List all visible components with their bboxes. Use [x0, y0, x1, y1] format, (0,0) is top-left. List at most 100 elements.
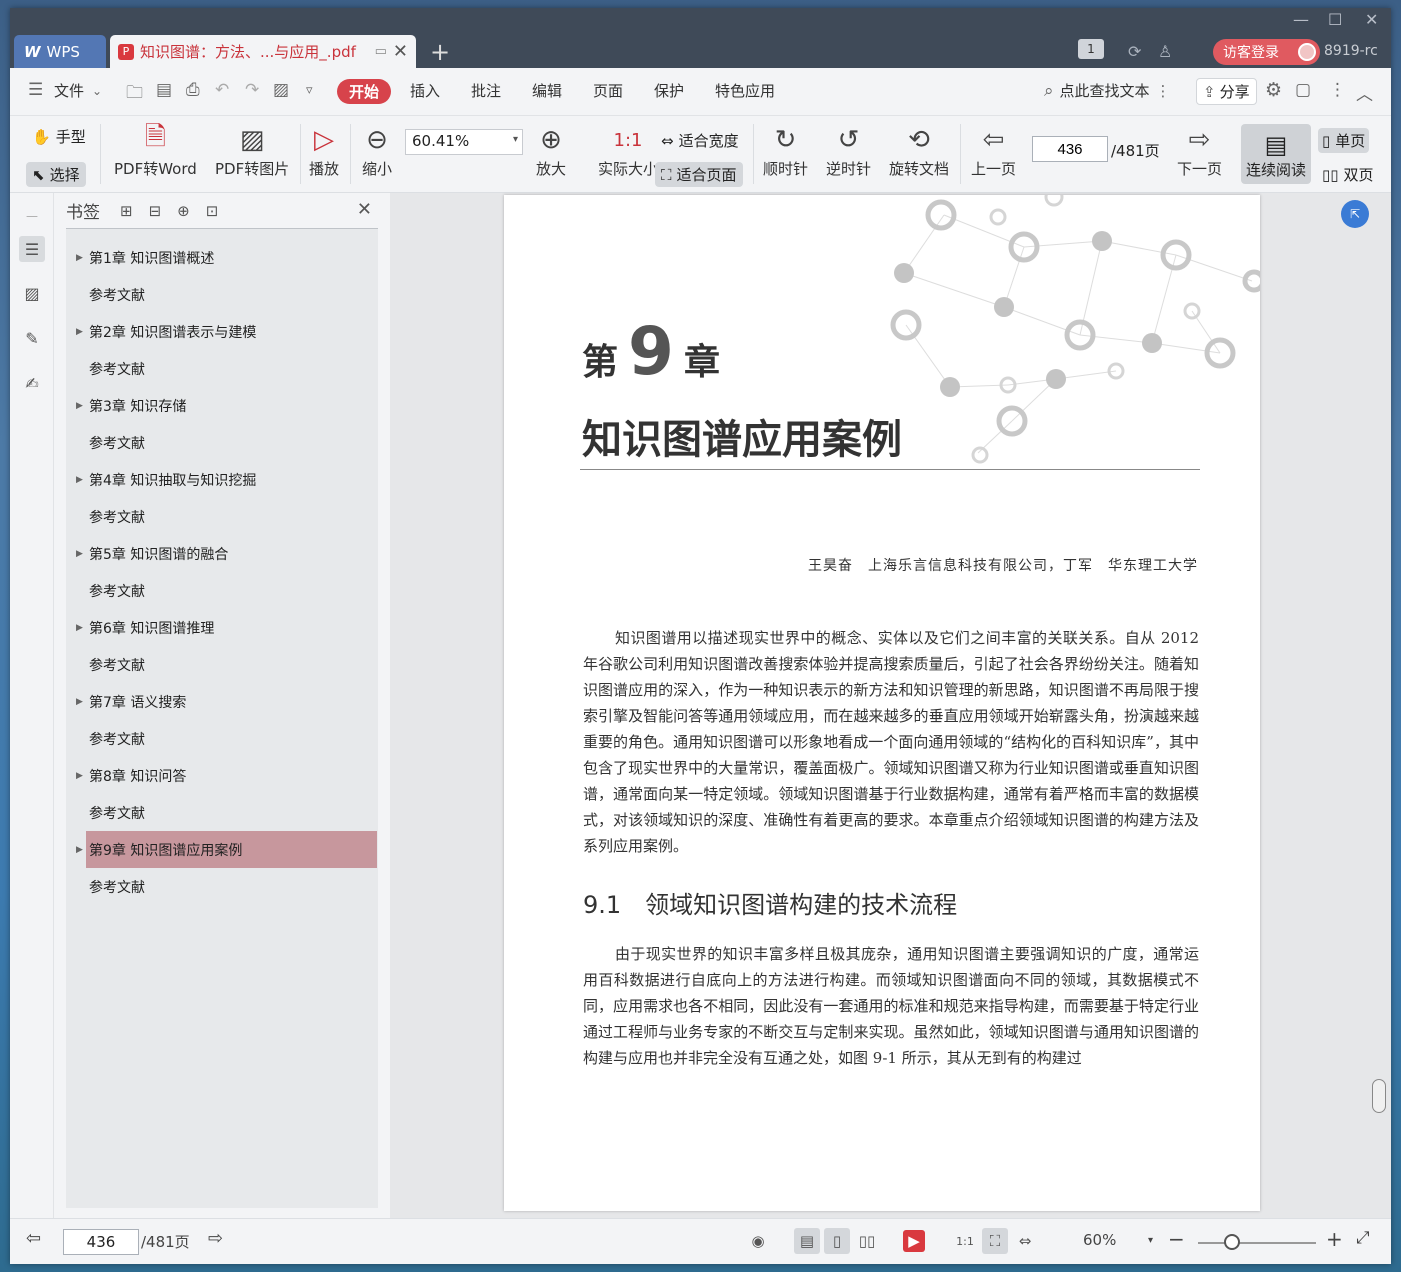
menu-file[interactable]: 文件	[54, 80, 84, 101]
bookmark-item[interactable]: ▶ 第8章 知识问答	[66, 757, 378, 794]
menu-special-apps[interactable]: 特色应用	[715, 80, 775, 101]
redo-icon[interactable]: ↷	[245, 80, 259, 100]
rotate-document-button[interactable]: ⟲ 旋转文档	[889, 122, 949, 179]
minimize-icon[interactable]: —	[1293, 10, 1309, 29]
hand-tool-button[interactable]: ✋ 手型	[26, 124, 92, 149]
bookmark-item[interactable]: ▶ 第3章 知识存储	[66, 387, 378, 424]
play-button[interactable]: ▷ 播放	[309, 122, 339, 179]
settings-gear-icon[interactable]: ⚙	[1265, 79, 1282, 101]
expand-arrow-icon[interactable]: ▶	[76, 327, 83, 337]
bookmark-item[interactable]: 参考文献	[66, 350, 378, 387]
zoom-slider-track[interactable]	[1198, 1242, 1316, 1244]
open-folder-icon[interactable]: 🗀	[126, 80, 143, 109]
zoom-in-icon[interactable]: +	[1326, 1227, 1343, 1251]
bookmark-item[interactable]: 参考文献	[66, 720, 378, 757]
status-page-input[interactable]: 436	[63, 1229, 139, 1255]
zoom-level-input[interactable]: 60.41% ▾	[405, 129, 523, 155]
drag-handle-icon[interactable]: —	[19, 203, 45, 229]
floating-tool-button[interactable]: ⇱	[1341, 200, 1369, 228]
bookmark-item[interactable]: ▶ 第5章 知识图谱的融合	[66, 535, 378, 572]
expand-arrow-icon[interactable]: ▶	[76, 401, 83, 411]
expand-arrow-icon[interactable]: ▶	[76, 253, 83, 263]
fit-width-icon[interactable]: ⇔	[1012, 1228, 1038, 1254]
comment-icon[interactable]: ▢	[1295, 80, 1311, 100]
prev-page-button[interactable]: ⇦ 上一页	[971, 122, 1016, 179]
single-page-view-icon[interactable]: ▯	[824, 1228, 850, 1254]
pdf-to-word-button[interactable]: 🗎 PDF转Word	[114, 122, 197, 179]
page-number-input[interactable]	[1032, 136, 1108, 162]
search-text-box[interactable]: ⌕ 点此查找文本 ⋮	[1044, 80, 1171, 101]
chevron-down-icon[interactable]: ⌄	[92, 84, 102, 98]
menu-insert[interactable]: 插入	[410, 80, 440, 101]
bookmark-item[interactable]: ▶ 第1章 知识图谱概述	[66, 239, 378, 276]
print-icon[interactable]: ⎙	[186, 80, 200, 100]
expand-all-icon[interactable]: ⊞	[120, 202, 133, 220]
expand-arrow-icon[interactable]: ▶	[76, 475, 83, 485]
bookmark-item[interactable]: ▶ 第6章 知识图谱推理	[66, 609, 378, 646]
menu-edit[interactable]: 编辑	[532, 80, 562, 101]
more-vertical-icon[interactable]: ⋮	[1156, 82, 1171, 100]
bookmark-item[interactable]: ▶ 第4章 知识抽取与知识挖掘	[66, 461, 378, 498]
zoom-slider-knob[interactable]	[1224, 1234, 1240, 1250]
menu-page[interactable]: 页面	[593, 80, 623, 101]
bookmark-settings-icon[interactable]: ⊡	[206, 202, 219, 220]
continuous-reading-button[interactable]: ▤ 连续阅读	[1241, 124, 1311, 184]
more-vertical-icon[interactable]: ⋮	[1329, 80, 1346, 100]
actual-size-button[interactable]: 1:1 实际大小	[598, 122, 658, 179]
zoom-dropdown-icon[interactable]: ▾	[1148, 1235, 1153, 1246]
eye-protection-icon[interactable]: ◉	[745, 1228, 771, 1254]
close-window-icon[interactable]: ✕	[1365, 10, 1378, 29]
menu-annotate[interactable]: 批注	[471, 80, 501, 101]
zoom-out-button[interactable]: ⊖ 缩小	[362, 122, 392, 179]
zoom-out-icon[interactable]: −	[1168, 1227, 1185, 1251]
next-page-button[interactable]: ⇨ 下一页	[1177, 122, 1222, 179]
expand-arrow-icon[interactable]: ▶	[76, 845, 83, 855]
menu-protect[interactable]: 保护	[654, 80, 684, 101]
double-page-view-icon[interactable]: ▯▯	[854, 1228, 880, 1254]
skin-shirt-icon[interactable]: ♙	[1158, 39, 1172, 63]
fullscreen-icon[interactable]: ⤢	[1356, 1228, 1370, 1248]
bookmark-item[interactable]: 参考文献	[66, 794, 378, 831]
save-icon[interactable]: ▤	[156, 80, 172, 100]
add-bookmark-icon[interactable]: ⊕	[177, 202, 190, 220]
single-page-button[interactable]: ▯ 单页	[1318, 128, 1370, 153]
chevron-down-icon[interactable]: ▾	[513, 134, 518, 145]
zoom-in-button[interactable]: ⊕ 放大	[536, 122, 566, 179]
select-tool-button[interactable]: ⬉ 选择	[26, 162, 86, 187]
collapse-ribbon-icon[interactable]: ︿	[1356, 80, 1373, 105]
bookmark-item[interactable]: 参考文献	[66, 424, 378, 461]
signature-panel-icon[interactable]: ✍	[19, 370, 45, 396]
share-button[interactable]: ⇪ 分享	[1196, 78, 1257, 105]
actual-size-icon[interactable]: 1:1	[952, 1228, 978, 1254]
rotate-counterclockwise-button[interactable]: ↺ 逆时针	[826, 122, 871, 179]
thumbnail-panel-icon[interactable]: ▨	[19, 280, 45, 306]
expand-arrow-icon[interactable]: ▶	[76, 771, 83, 781]
bookmark-item[interactable]: 参考文献	[66, 572, 378, 609]
expand-arrow-icon[interactable]: ▶	[76, 623, 83, 633]
menu-start[interactable]: 开始	[337, 79, 391, 104]
fit-page-icon[interactable]: ⛶	[982, 1228, 1008, 1254]
wps-home-tab[interactable]: W WPS	[14, 35, 106, 68]
document-view[interactable]: 第 9 章 知识图谱应用案例 王昊奋 上海乐言信息科技有限公司，丁军 华东理工大…	[390, 193, 1391, 1218]
pdf-to-image-button[interactable]: ▨ PDF转图片	[215, 122, 289, 179]
rotate-clockwise-button[interactable]: ↻ 顺时针	[763, 122, 808, 179]
maximize-icon[interactable]: ☐	[1328, 10, 1342, 29]
vertical-scrollbar-thumb[interactable]	[1372, 1079, 1386, 1113]
more-dropdown-icon[interactable]: ▿	[306, 83, 313, 98]
prev-page-arrow-icon[interactable]: ⇦	[26, 1228, 41, 1249]
status-zoom-value[interactable]: 60%	[1083, 1231, 1116, 1249]
next-page-arrow-icon[interactable]: ⇨	[208, 1228, 223, 1249]
hamburger-menu-icon[interactable]: ☰	[28, 80, 43, 100]
annotation-panel-icon[interactable]: ✎	[19, 325, 45, 351]
new-tab-button[interactable]: +	[430, 38, 450, 66]
expand-arrow-icon[interactable]: ▶	[76, 697, 83, 707]
sync-icon[interactable]: ⟳	[1128, 39, 1141, 63]
window-count-badge[interactable]: 1	[1078, 39, 1104, 59]
expand-arrow-icon[interactable]: ▶	[76, 549, 83, 559]
bookmark-item[interactable]: ▶ 第7章 语义搜索	[66, 683, 378, 720]
bookmark-item[interactable]: ▶ 第9章 知识图谱应用案例	[76, 831, 377, 868]
export-image-icon[interactable]: ▨	[273, 80, 289, 100]
close-tab-icon[interactable]: ✕	[393, 41, 408, 62]
bookmark-panel-icon[interactable]: ☰	[19, 236, 45, 262]
fit-width-button[interactable]: ⇔ 适合宽度	[655, 128, 745, 153]
